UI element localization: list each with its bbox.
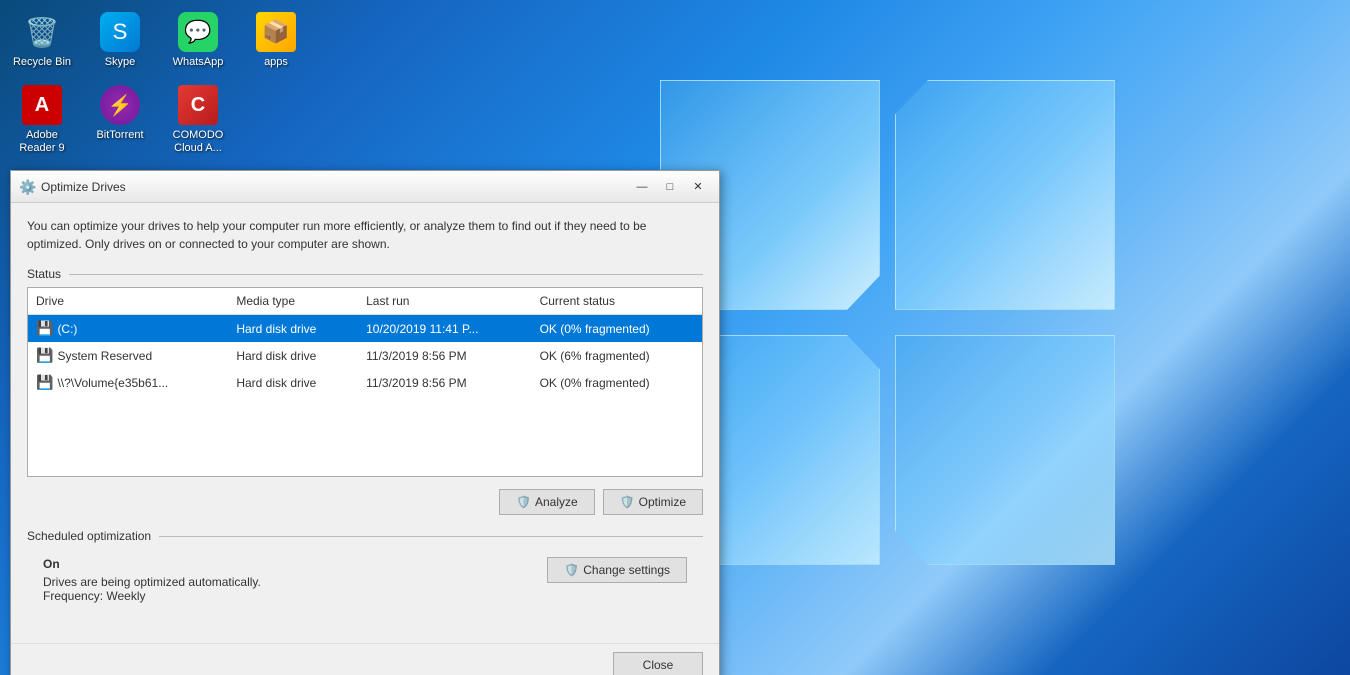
maximize-button[interactable]: □ <box>657 177 683 197</box>
desktop-icon-adobe-reader[interactable]: A Adobe Reader 9 <box>8 81 76 159</box>
desktop-icon-bittorrent[interactable]: ⚡ BitTorrent <box>86 81 154 159</box>
media-type-cell: Hard disk drive <box>228 342 358 369</box>
scheduled-optimization-section: Scheduled optimization On Drives are bei… <box>27 529 703 617</box>
drive-name: \\?\Volume{e35b61... <box>57 376 168 390</box>
apps-label: apps <box>264 56 288 69</box>
desktop-icon-whatsapp[interactable]: 💬 WhatsApp <box>164 8 232 73</box>
recycle-bin-icon: 🗑️ <box>22 12 62 52</box>
table-row[interactable]: 💾 \\?\Volume{e35b61... Hard disk drive 1… <box>28 369 702 396</box>
status-cell: OK (0% fragmented) <box>532 315 702 343</box>
scheduled-header: On Drives are being optimized automatica… <box>43 557 687 603</box>
media-type-cell: Hard disk drive <box>228 369 358 396</box>
frequency-label: Frequency: <box>43 589 106 603</box>
desktop-icon-apps[interactable]: 📦 apps <box>242 8 310 73</box>
drive-cell: 💾 \\?\Volume{e35b61... <box>28 369 228 396</box>
col-drive: Drive <box>28 288 228 315</box>
minimize-button[interactable]: — <box>629 177 655 197</box>
comodo-label: COMODO Cloud A... <box>168 129 228 155</box>
last-run-cell: 10/20/2019 11:41 P... <box>358 315 531 343</box>
status-section-label: Status <box>27 267 703 281</box>
scheduled-content: On Drives are being optimized automatica… <box>27 549 703 617</box>
bottom-bar: Close <box>11 643 719 675</box>
desktop-icon-recycle-bin[interactable]: 🗑️ Recycle Bin <box>8 8 76 73</box>
adobe-reader-icon: A <box>22 85 62 125</box>
media-type-cell: Hard disk drive <box>228 315 358 343</box>
desktop-icon-row-1: 🗑️ Recycle Bin S Skype 💬 WhatsApp 📦 apps <box>8 8 310 73</box>
scheduled-description: Drives are being optimized automatically… <box>43 575 261 589</box>
window-description: You can optimize your drives to help you… <box>27 217 703 253</box>
col-current-status: Current status <box>532 288 702 315</box>
scheduled-frequency: Frequency: Weekly <box>43 589 261 603</box>
win-pane-top-right <box>895 80 1115 310</box>
optimize-drives-window: ⚙️ Optimize Drives — □ ✕ You can optimiz… <box>10 170 720 675</box>
desktop-icons: 🗑️ Recycle Bin S Skype 💬 WhatsApp 📦 apps… <box>0 0 318 176</box>
hdd-icon: 💾 <box>36 374 53 391</box>
last-run-cell: 11/3/2019 8:56 PM <box>358 369 531 396</box>
table-header-row: Drive Media type Last run Current status <box>28 288 702 315</box>
recycle-bin-label: Recycle Bin <box>13 56 71 69</box>
bittorrent-icon: ⚡ <box>100 85 140 125</box>
windows-logo-bg <box>650 80 1150 600</box>
title-bar-controls: — □ ✕ <box>629 177 711 197</box>
comodo-icon: C <box>178 85 218 125</box>
desktop-icon-row-2: A Adobe Reader 9 ⚡ BitTorrent C COMODO C… <box>8 81 310 159</box>
win-pane-bottom-right <box>895 335 1115 565</box>
scheduled-status: On <box>43 557 261 571</box>
drive-table-body: 💾 (C:) Hard disk drive 10/20/2019 11:41 … <box>28 315 702 397</box>
skype-icon: S <box>100 12 140 52</box>
close-button[interactable]: Close <box>613 652 703 675</box>
drive-table: Drive Media type Last run Current status… <box>28 288 702 396</box>
settings-shield-icon: 🛡️ <box>564 563 579 577</box>
optimize-button[interactable]: 🛡️ Optimize <box>603 489 703 515</box>
drive-cell: 💾 System Reserved <box>28 342 228 369</box>
scheduled-section-label: Scheduled optimization <box>27 529 703 543</box>
status-cell: OK (0% fragmented) <box>532 369 702 396</box>
scheduled-info: On Drives are being optimized automatica… <box>43 557 261 603</box>
table-row[interactable]: 💾 (C:) Hard disk drive 10/20/2019 11:41 … <box>28 315 702 343</box>
table-empty-area <box>28 396 702 476</box>
desktop: 🗑️ Recycle Bin S Skype 💬 WhatsApp 📦 apps… <box>0 0 1350 675</box>
window-title-icon: ⚙️ <box>19 179 35 195</box>
table-row[interactable]: 💾 System Reserved Hard disk drive 11/3/2… <box>28 342 702 369</box>
desktop-icon-skype[interactable]: S Skype <box>86 8 154 73</box>
drive-cell: 💾 (C:) <box>28 315 228 343</box>
frequency-value: Weekly <box>106 589 145 603</box>
drive-table-container: Drive Media type Last run Current status… <box>27 287 703 477</box>
close-window-button[interactable]: ✕ <box>685 177 711 197</box>
col-last-run: Last run <box>358 288 531 315</box>
analyze-shield-icon: 🛡️ <box>516 495 531 509</box>
status-cell: OK (6% fragmented) <box>532 342 702 369</box>
hdd-icon: 💾 <box>36 320 53 337</box>
analyze-button[interactable]: 🛡️ Analyze <box>499 489 595 515</box>
skype-label: Skype <box>105 56 136 69</box>
title-bar-left: ⚙️ Optimize Drives <box>19 179 126 195</box>
adobe-reader-label: Adobe Reader 9 <box>12 129 72 155</box>
bittorrent-label: BitTorrent <box>96 129 143 142</box>
hdd-icon: 💾 <box>36 347 53 364</box>
drive-name: System Reserved <box>57 349 152 363</box>
window-title: Optimize Drives <box>41 180 126 194</box>
drive-name: (C:) <box>57 322 77 336</box>
desktop-icon-comodo[interactable]: C COMODO Cloud A... <box>164 81 232 159</box>
col-media-type: Media type <box>228 288 358 315</box>
whatsapp-icon: 💬 <box>178 12 218 52</box>
window-body: You can optimize your drives to help you… <box>11 203 719 643</box>
title-bar: ⚙️ Optimize Drives — □ ✕ <box>11 171 719 203</box>
whatsapp-label: WhatsApp <box>173 56 224 69</box>
apps-icon: 📦 <box>256 12 296 52</box>
optimize-shield-icon: 🛡️ <box>620 495 635 509</box>
change-settings-button[interactable]: 🛡️ Change settings <box>547 557 687 583</box>
action-buttons: 🛡️ Analyze 🛡️ Optimize <box>27 489 703 515</box>
last-run-cell: 11/3/2019 8:56 PM <box>358 342 531 369</box>
